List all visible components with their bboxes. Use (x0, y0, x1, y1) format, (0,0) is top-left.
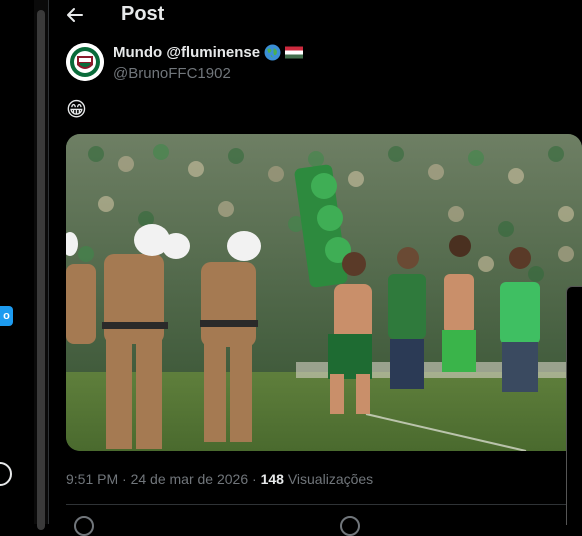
left-rail-chip-label: o (3, 310, 10, 322)
club-crest-icon (66, 43, 104, 81)
left-nav-rail (0, 0, 34, 524)
author-name[interactable]: Mundo @fluminense (113, 44, 304, 61)
globe-icon (264, 44, 281, 61)
separator: · (122, 471, 127, 487)
like-icon[interactable] (340, 516, 360, 536)
avatar[interactable] (66, 43, 104, 81)
post-text: 😁 (66, 99, 87, 121)
reply-icon[interactable] (74, 516, 94, 536)
post-date[interactable]: 24 de mar de 2026 (131, 471, 249, 487)
floating-panel-edge (566, 286, 582, 525)
scrollbar-thumb[interactable] (37, 10, 45, 530)
photo-image (66, 134, 582, 451)
back-button[interactable] (62, 2, 88, 28)
separator: · (252, 471, 257, 487)
post-photo[interactable] (66, 134, 582, 451)
author-handle[interactable]: @BrunoFFC1902 (113, 65, 231, 82)
arrow-left-icon (67, 8, 83, 22)
divider (66, 504, 582, 505)
column-divider (48, 0, 49, 524)
page-title: Post (121, 3, 165, 25)
post-time[interactable]: 9:51 PM (66, 471, 118, 487)
views-label[interactable]: Visualizações (288, 471, 373, 487)
left-rail-chip[interactable]: o (0, 306, 13, 326)
views-count: 148 (260, 471, 284, 487)
hungary-flag-icon (285, 46, 304, 59)
post-timestamp: 9:51 PM · 24 de mar de 2026 · 148 Visual… (66, 471, 373, 487)
author-name-text: Mundo @fluminense (113, 44, 261, 61)
